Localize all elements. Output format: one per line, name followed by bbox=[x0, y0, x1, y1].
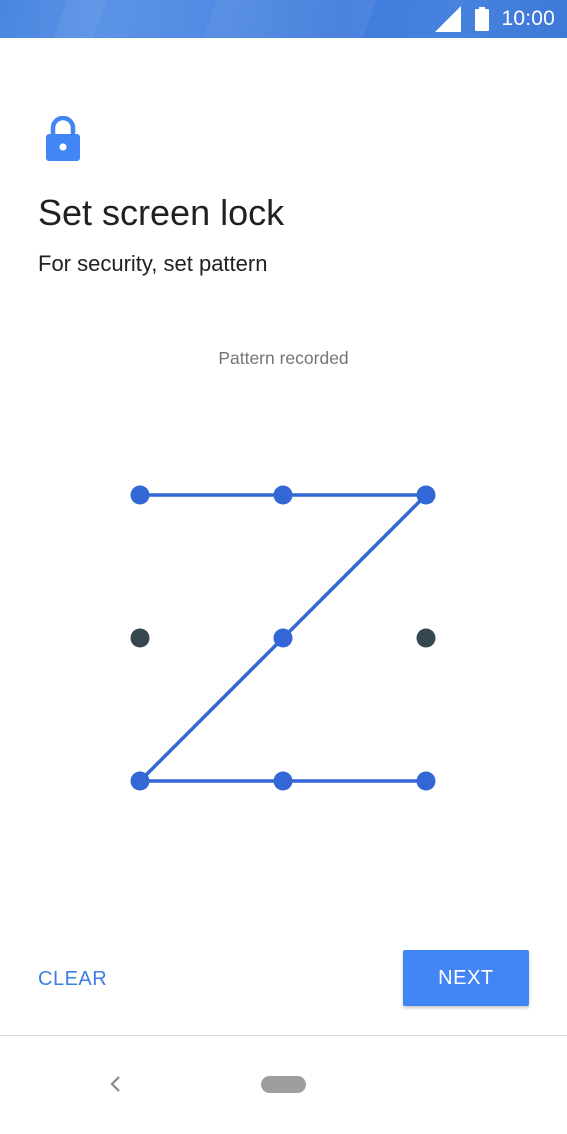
pattern-segment bbox=[281, 493, 428, 640]
pattern-dot-9[interactable] bbox=[416, 771, 436, 791]
battery-icon bbox=[475, 7, 490, 31]
nav-divider bbox=[0, 1035, 567, 1036]
next-button[interactable]: NEXT bbox=[403, 950, 529, 1006]
screen-lock-setup-screen: 10:00 Set screen lock For security, set … bbox=[0, 0, 567, 1134]
lock-icon bbox=[46, 116, 80, 161]
back-icon bbox=[110, 1076, 120, 1092]
pattern-dot-7[interactable] bbox=[130, 771, 150, 791]
status-time: 10:00 bbox=[501, 7, 555, 30]
pattern-dot-2[interactable] bbox=[273, 485, 293, 505]
pattern-dot-1[interactable] bbox=[130, 485, 150, 505]
status-bar: 10:00 bbox=[0, 0, 567, 38]
pattern-dot-4[interactable] bbox=[130, 628, 150, 648]
pattern-dot-8[interactable] bbox=[273, 771, 293, 791]
clear-button[interactable]: CLEAR bbox=[22, 954, 123, 1004]
page-subtitle: For security, set pattern bbox=[38, 251, 268, 276]
pattern-dot-5[interactable] bbox=[273, 628, 293, 648]
status-icons: 10:00 bbox=[435, 0, 555, 38]
home-pill-icon[interactable] bbox=[261, 1076, 306, 1093]
pattern-dot-6[interactable] bbox=[416, 628, 436, 648]
page-title: Set screen lock bbox=[38, 192, 285, 233]
pattern-segment bbox=[138, 636, 285, 783]
signal-icon bbox=[435, 6, 462, 32]
pattern-dot-3[interactable] bbox=[416, 485, 436, 505]
back-button[interactable] bbox=[102, 1070, 130, 1098]
pattern-status-text: Pattern recorded bbox=[218, 348, 349, 368]
